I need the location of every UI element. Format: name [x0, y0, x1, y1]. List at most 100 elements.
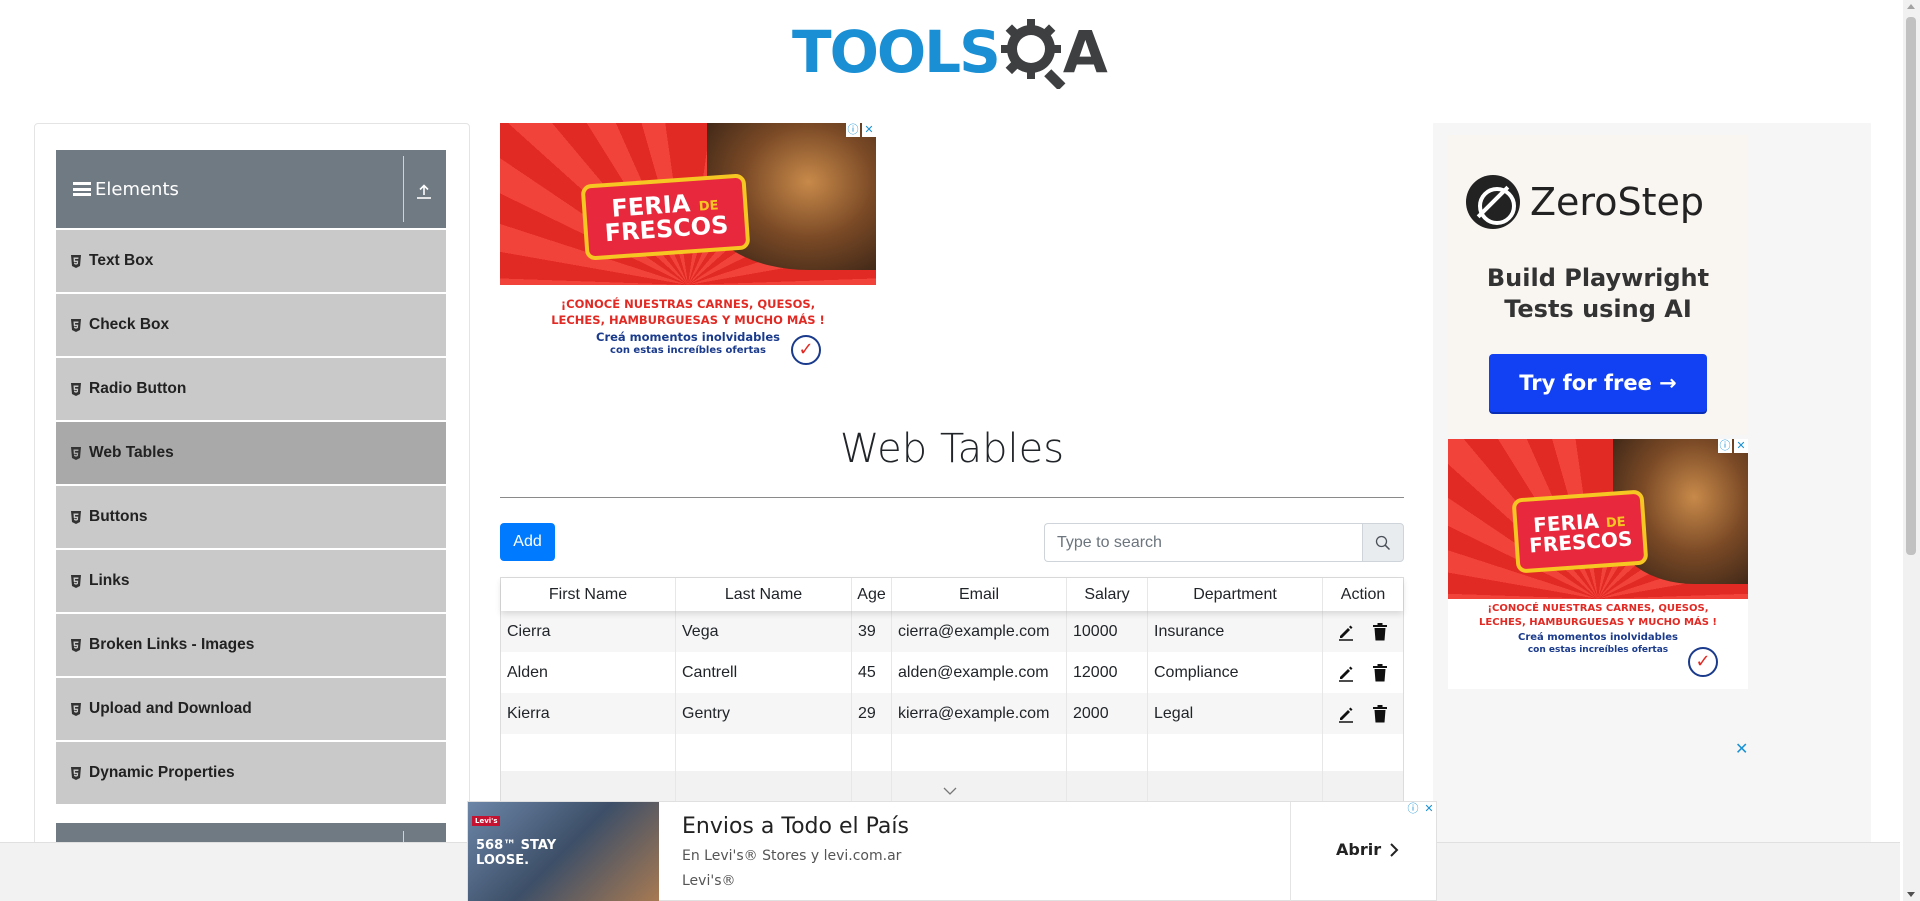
sidebar-item-label: Text Box — [89, 252, 154, 269]
try-for-free-button[interactable]: Try for free → — [1489, 354, 1707, 412]
cell-last-name: Cantrell — [676, 652, 852, 693]
collapse-arrow-icon[interactable] — [413, 180, 435, 202]
cell-department: Insurance — [1148, 611, 1323, 652]
scroll-up-arrow-icon[interactable] — [1907, 4, 1915, 9]
feria-line-3: Creá momentos inolvidables — [596, 330, 780, 344]
sidebar-menu: Text Box Check Box Radio Button Web Tabl… — [56, 230, 446, 806]
delete-icon[interactable] — [1370, 622, 1390, 642]
ad-choices[interactable]: ⓘ ✕ — [846, 123, 876, 138]
html5-icon — [71, 574, 81, 588]
zerostep-name: ZeroStep — [1530, 180, 1704, 224]
table-header: First Name Last Name Age Email Salary De… — [501, 578, 1403, 611]
open-button[interactable]: Abrir — [1336, 840, 1399, 859]
feria-badge: FERIA DE FRESCOS — [1511, 489, 1649, 574]
hamburger-icon — [73, 182, 91, 196]
header-salary[interactable]: Salary — [1067, 578, 1148, 611]
zerostep-tagline: Build Playwright Tests using AI — [1448, 263, 1748, 325]
cell-age: 39 — [852, 611, 892, 652]
levis-ad[interactable]: Levi's 568™ STAY LOOSE. Envios a Todo el… — [467, 801, 1437, 901]
sidebar-item-web-tables[interactable]: Web Tables — [56, 422, 446, 484]
toolsqa-logo[interactable]: TOOLS A — [792, 14, 1116, 90]
zerostep-brand: ZeroStep — [1466, 175, 1704, 229]
sidebar-item-text-box[interactable]: Text Box — [56, 230, 446, 292]
sidebar-item-label: Dynamic Properties — [89, 764, 235, 781]
chevron-right-icon — [1390, 842, 1399, 857]
sidebar-item-label: Links — [89, 572, 130, 589]
search-button[interactable] — [1362, 523, 1404, 562]
feria-line-2: LECHES, HAMBURGUESAS Y MUCHO MÁS ! — [551, 313, 825, 327]
delete-icon[interactable] — [1370, 663, 1390, 683]
sidebar-item-links[interactable]: Links — [56, 550, 446, 612]
page-scrollbar[interactable] — [1903, 0, 1920, 901]
sidebar-item-label: Radio Button — [89, 380, 187, 397]
cell-age: 45 — [852, 652, 892, 693]
ad-close-icon[interactable]: ✕ — [1735, 739, 1748, 758]
ad-close-icon[interactable]: ✕ — [1422, 802, 1436, 816]
search-icon — [1375, 535, 1391, 550]
cell-first-name: Alden — [501, 652, 676, 693]
cell-department: Compliance — [1148, 652, 1323, 693]
delete-icon[interactable] — [1370, 704, 1390, 724]
html5-icon — [71, 766, 81, 780]
feria-ad-top[interactable]: FERIA DE FRESCOS ¡CONOCÉ NUESTRAS CARNES… — [500, 123, 876, 376]
feria-word-2: FRESCOS — [1528, 525, 1634, 558]
feria-ad-creative: FERIA DE FRESCOS ¡CONOCÉ NUESTRAS CARNES… — [1448, 439, 1748, 689]
open-button-label: Abrir — [1336, 840, 1382, 859]
html5-icon — [71, 702, 81, 716]
edit-icon[interactable] — [1336, 622, 1356, 642]
feria-line-1: ¡CONOCÉ NUESTRAS CARNES, QUESOS, — [560, 297, 816, 311]
table-row: Kierra Gentry 29 kierra@example.com 2000… — [501, 693, 1403, 734]
feria-ad-creative: FERIA DE FRESCOS ¡CONOCÉ NUESTRAS CARNES… — [500, 123, 876, 376]
sidebar-item-broken-links[interactable]: Broken Links - Images — [56, 614, 446, 676]
page: TOOLS A Elements Text Box Check Box Radi… — [0, 0, 1920, 901]
header-first-name[interactable]: First Name — [501, 578, 676, 611]
zerostep-logo-icon — [1466, 175, 1520, 229]
sidebar-item-upload-download[interactable]: Upload and Download — [56, 678, 446, 740]
edit-icon[interactable] — [1336, 704, 1356, 724]
page-title: Web Tables — [839, 426, 1065, 472]
cell-action — [1323, 611, 1403, 652]
scroll-thumb[interactable] — [1906, 17, 1916, 555]
web-table: First Name Last Name Age Email Salary De… — [500, 577, 1404, 802]
header-department[interactable]: Department — [1148, 578, 1323, 611]
levis-ad-advertiser: Levi's® — [682, 873, 736, 889]
feria-word-2: FRESCOS — [603, 210, 730, 247]
sidebar-item-check-box[interactable]: Check Box — [56, 294, 446, 356]
cell-action — [1323, 693, 1403, 734]
title-divider — [500, 497, 1404, 498]
ad-close-icon[interactable]: ✕ — [1734, 439, 1748, 453]
ad-info-icon[interactable]: ⓘ — [1406, 802, 1420, 816]
ad-choices[interactable]: ⓘ ✕ — [1406, 802, 1436, 817]
sidebar-item-radio-button[interactable]: Radio Button — [56, 358, 446, 420]
elements-group-header[interactable]: Elements — [56, 150, 446, 228]
html5-icon — [71, 446, 81, 460]
header-divider — [403, 156, 404, 222]
ad-info-icon[interactable]: ⓘ — [1718, 439, 1732, 453]
cell-age: 29 — [852, 693, 892, 734]
levis-ad-divider — [1290, 802, 1291, 901]
search-box — [1044, 523, 1404, 562]
feria-ad-right[interactable]: FERIA DE FRESCOS ¡CONOCÉ NUESTRAS CARNES… — [1448, 439, 1748, 689]
ad-info-icon[interactable]: ⓘ — [846, 123, 860, 137]
levis-logo: Levi's — [472, 816, 501, 826]
cell-salary: 12000 — [1067, 652, 1148, 693]
sidebar-item-buttons[interactable]: Buttons — [56, 486, 446, 548]
ad-close-icon[interactable]: ✕ — [862, 123, 876, 137]
cell-action — [1323, 652, 1403, 693]
search-input[interactable] — [1044, 523, 1362, 562]
zerostep-ad[interactable]: ZeroStep Build Playwright Tests using AI… — [1448, 135, 1748, 435]
scroll-down-arrow-icon[interactable] — [1907, 892, 1915, 897]
edit-icon[interactable] — [1336, 663, 1356, 683]
header-last-name[interactable]: Last Name — [676, 578, 852, 611]
cell-department: Legal — [1148, 693, 1323, 734]
feria-line-2: LECHES, HAMBURGUESAS Y MUCHO MÁS ! — [1479, 617, 1717, 628]
sidebar-item-label: Check Box — [89, 316, 170, 333]
ad-choices[interactable]: ⓘ ✕ — [1718, 439, 1748, 454]
sidebar-item-dynamic-properties[interactable]: Dynamic Properties — [56, 742, 446, 804]
header-age[interactable]: Age — [852, 578, 892, 611]
header-email[interactable]: Email — [892, 578, 1067, 611]
add-button[interactable]: Add — [500, 523, 555, 561]
cell-salary: 10000 — [1067, 611, 1148, 652]
html5-icon — [71, 382, 81, 396]
cell-email: kierra@example.com — [892, 693, 1067, 734]
